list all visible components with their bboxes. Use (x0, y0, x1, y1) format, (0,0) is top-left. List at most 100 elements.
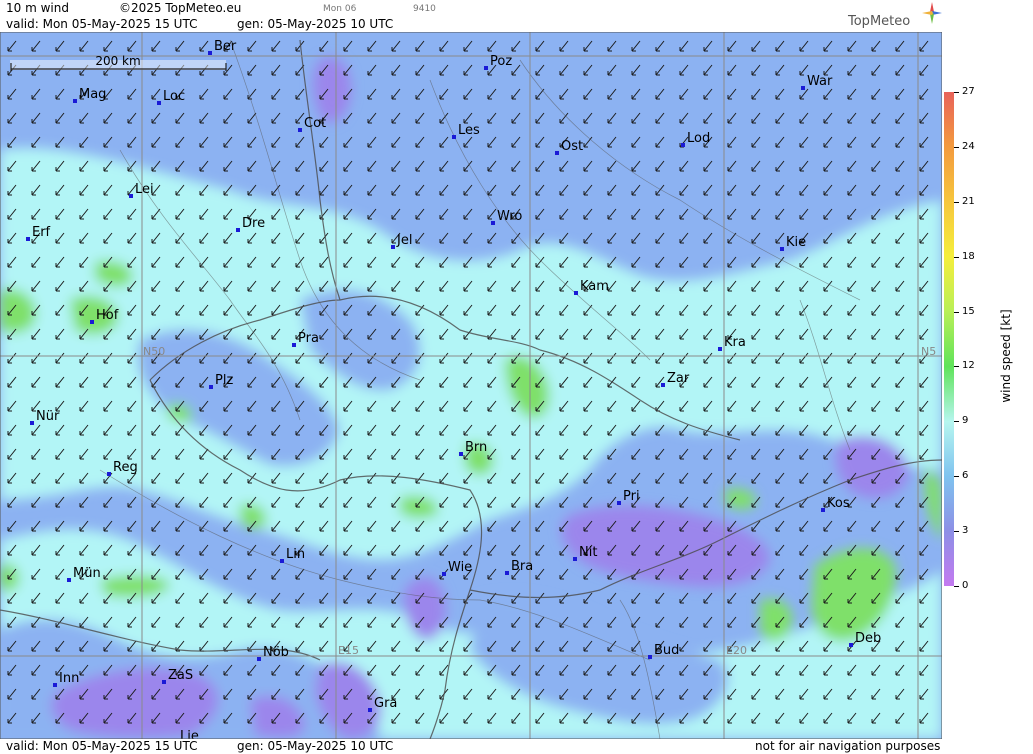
city-marker (801, 86, 805, 90)
copyright-text: ©2025 TopMeteo.eu (119, 1, 242, 15)
colorbar-tick-label: 9 (962, 415, 969, 427)
footer-bar: valid: Mon 05-May-2025 15 UTC gen: 05-Ma… (0, 739, 944, 754)
colorbar-tick-label: 24 (962, 140, 975, 152)
footer-disclaimer: not for air navigation purposes (755, 739, 941, 753)
colorbar-tick-mark (954, 476, 959, 478)
city-marker (617, 501, 621, 505)
colorbar-tick-mark (954, 421, 959, 423)
city-marker (718, 347, 722, 351)
footer-generation-time: gen: 05-May-2025 10 UTC (237, 739, 394, 753)
grid-label-n50-right: N5 (921, 345, 936, 358)
city-label: Mün (73, 566, 101, 581)
city-label: Lei (135, 182, 154, 197)
city-marker (391, 245, 395, 249)
city-label: Loc (163, 89, 185, 104)
product-code: 9410 (413, 4, 436, 14)
colorbar-tick-mark (954, 146, 959, 148)
wind-speed-colorbar (944, 92, 954, 586)
colorbar-tick-label: 21 (962, 195, 975, 207)
colorbar-tick-label: 12 (962, 360, 975, 372)
city-marker (573, 557, 577, 561)
city-label: Poz (490, 54, 512, 69)
city-label: Erf (32, 225, 51, 240)
city-label: Bud (654, 643, 679, 658)
city-marker (484, 66, 488, 70)
compass-logo-icon (922, 2, 942, 24)
city-kam[interactable]: Kam (574, 279, 609, 295)
colorbar-tick-mark (954, 586, 959, 587)
grid-label-e20: E20 (726, 644, 747, 657)
colorbar-tick-mark (954, 92, 959, 93)
city-marker (292, 343, 296, 347)
field-title: 10 m wind (6, 1, 69, 15)
city-mün[interactable]: Mün (67, 566, 101, 582)
city-marker (26, 237, 30, 241)
city-marker (459, 452, 463, 456)
city-label: Kos (827, 496, 850, 511)
valid-time: valid: Mon 05-May-2025 15 UTC (6, 17, 198, 31)
city-marker (67, 578, 71, 582)
next-day-link[interactable]: Mon 06 (323, 4, 356, 14)
colorbar-tick-label: 3 (962, 525, 969, 537)
city-label: Les (458, 123, 480, 138)
city-marker (236, 228, 240, 232)
city-marker (681, 143, 685, 147)
city-marker (574, 291, 578, 295)
city-marker (53, 683, 57, 687)
city-label: ZaS (168, 668, 193, 683)
city-label: Plz (215, 373, 233, 388)
grid-label-e15: E15 (338, 644, 359, 657)
city-marker (648, 655, 652, 659)
city-marker (821, 508, 825, 512)
city-marker (280, 559, 284, 563)
topmeteo-logo[interactable]: TopMeteo (848, 14, 910, 29)
colorbar-tick-mark (954, 311, 959, 313)
city-label: Jel (396, 233, 412, 248)
city-marker (849, 643, 853, 647)
city-marker (90, 320, 94, 324)
city-marker (30, 421, 34, 425)
city-label: Ost (561, 139, 583, 154)
colorbar-tick-label: 27 (962, 86, 975, 97)
city-label: Gra (374, 696, 397, 711)
city-label: Nit (579, 545, 597, 560)
city-label: Lod (687, 131, 710, 146)
city-label: Lie (180, 729, 199, 739)
city-label: Pri (623, 489, 640, 504)
city-mag[interactable]: Mag (73, 87, 106, 103)
city-label: Dre (242, 216, 265, 231)
city-label: Kam (580, 279, 609, 294)
city-label: Lin (286, 547, 305, 562)
city-label: Kra (724, 335, 746, 350)
city-label: Zar (667, 371, 690, 386)
colorbar-tick-mark (954, 201, 959, 203)
city-label: Wie (448, 560, 472, 575)
city-label: Mag (79, 87, 106, 102)
city-label: Kie (786, 235, 806, 250)
colorbar-tick-label: 0 (962, 580, 969, 591)
city-label: Hof (96, 308, 119, 323)
scale-bar-label: 200 km (95, 54, 140, 68)
header-bar: 10 m wind ©2025 TopMeteo.eu valid: Mon 0… (0, 0, 944, 32)
city-marker (298, 128, 302, 132)
city-label: Cot (304, 116, 326, 131)
city-label: Reg (113, 460, 138, 475)
city-label: Nür (36, 409, 60, 424)
city-label: Pra (298, 331, 319, 346)
city-marker (491, 221, 495, 225)
colorbar-tick-label: 18 (962, 250, 975, 262)
city-marker (442, 572, 446, 576)
colorbar-tick-mark (954, 531, 959, 533)
colorbar-tick-label: 15 (962, 305, 975, 317)
colorbar-tick-mark (954, 256, 959, 258)
city-label: Bra (511, 559, 533, 574)
city-marker (73, 99, 77, 103)
colorbar-tick-mark (954, 366, 959, 368)
city-label: Wro (497, 209, 522, 224)
city-marker (209, 385, 213, 389)
city-label: Inn (59, 671, 79, 686)
wind-map[interactable]: N50 N5 E15 E20 200 km Ber Poz War Mag Loc Cot… (0, 32, 942, 739)
footer-valid-time: valid: Mon 05-May-2025 15 UTC (6, 739, 198, 753)
city-label: War (807, 74, 833, 89)
city-label: Deb (855, 631, 881, 646)
